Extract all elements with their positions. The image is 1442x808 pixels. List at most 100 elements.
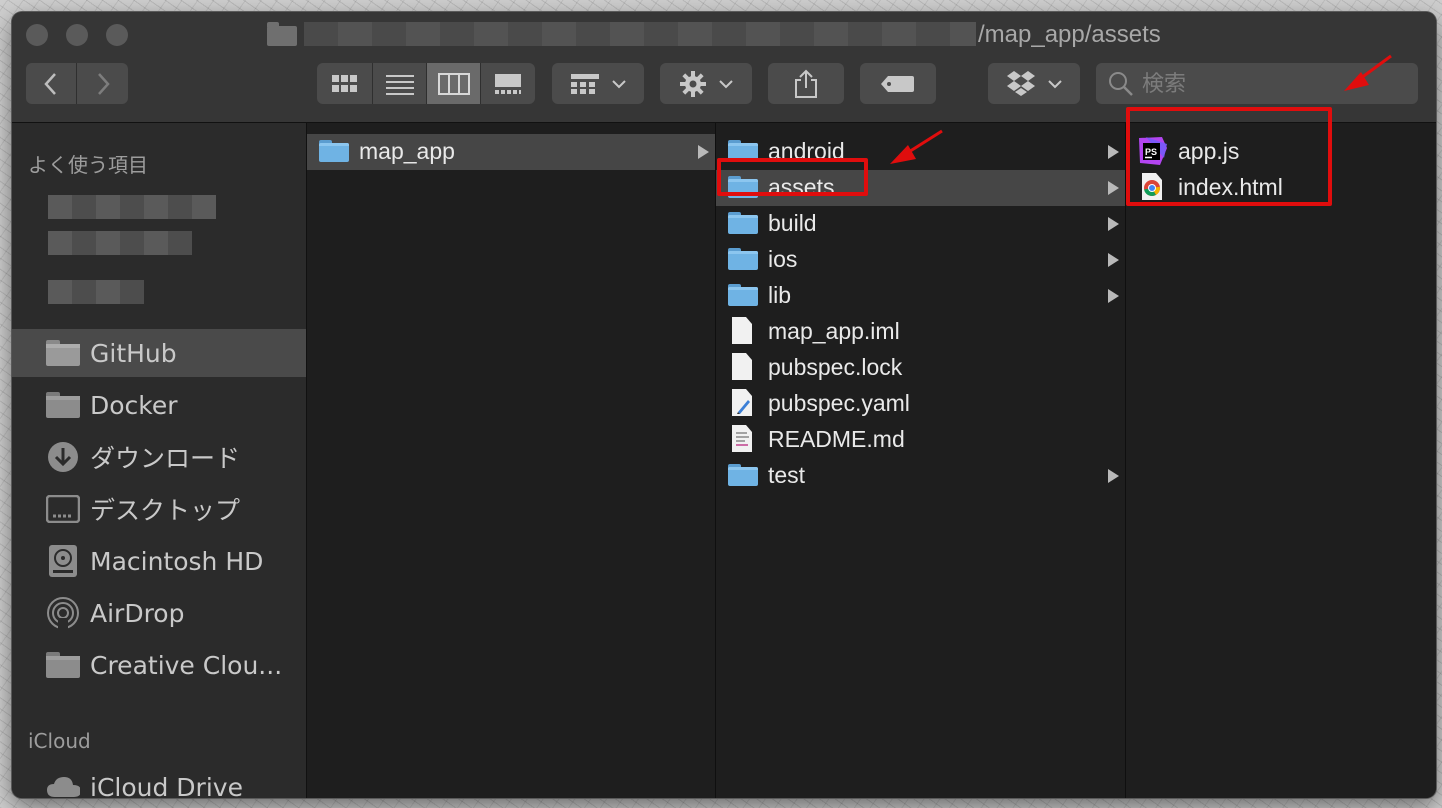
markdown-file-icon <box>728 425 758 452</box>
redacted-favorite-1[interactable] <box>48 195 216 219</box>
item-name: pubspec.yaml <box>768 390 910 416</box>
forward-button[interactable] <box>77 63 128 104</box>
sidebar-item-label: Macintosh HD <box>90 546 264 576</box>
back-button[interactable] <box>26 63 77 104</box>
document-icon <box>728 317 758 344</box>
search-icon <box>1109 72 1133 96</box>
sidebar-item-airdrop[interactable]: AirDrop <box>12 589 306 637</box>
tag-button[interactable] <box>860 63 936 104</box>
yaml-file-icon <box>728 389 758 416</box>
sidebar-item-label: デスクトップ <box>90 496 241 525</box>
chevron-left-icon <box>44 72 56 95</box>
item-name: build <box>768 210 817 236</box>
list-item-pubspec-lock[interactable]: pubspec.lock <box>716 350 1125 386</box>
sidebar-item-macintosh-hd[interactable]: Macintosh HD <box>12 537 306 585</box>
group-grid-icon <box>571 73 599 94</box>
list-item-readme-md[interactable]: README.md <box>716 422 1125 458</box>
item-name: ios <box>768 246 798 272</box>
folder-icon <box>728 464 758 488</box>
column-3: PS app.js index.html <box>1126 123 1436 798</box>
sidebar-item-creative-cloud[interactable]: Creative Clou... <box>12 641 306 689</box>
chevron-down-icon <box>1048 79 1062 88</box>
sidebar-item-label: AirDrop <box>90 598 185 628</box>
sidebar-item-label: ダウンロード <box>90 444 241 473</box>
folder-icon <box>728 248 758 272</box>
share-icon <box>795 69 817 98</box>
close-button[interactable] <box>26 24 48 46</box>
folder-icon <box>728 212 758 236</box>
minimize-button[interactable] <box>66 24 88 46</box>
folder-icon <box>728 284 758 308</box>
disclosure-arrow-icon <box>1108 253 1119 267</box>
group-by-button[interactable] <box>552 63 644 104</box>
sidebar-item-desktop[interactable]: デスクトップ <box>12 485 306 533</box>
sidebar-item-docker[interactable]: Docker <box>12 381 306 429</box>
item-name: map_app.iml <box>768 318 900 344</box>
disclosure-arrow-icon <box>1108 181 1119 195</box>
zoom-button[interactable] <box>106 24 128 46</box>
redacted-favorite-3[interactable] <box>48 280 144 304</box>
dropbox-icon <box>1007 70 1035 96</box>
item-name: lib <box>768 282 792 308</box>
disclosure-arrow-icon <box>1108 217 1119 231</box>
search-field[interactable] <box>1096 63 1418 106</box>
column-view-button[interactable] <box>427 63 481 104</box>
annotation-box-assets <box>717 158 868 196</box>
sidebar-item-label: Docker <box>90 390 178 420</box>
airdrop-icon <box>46 596 80 630</box>
item-name: test <box>768 462 806 488</box>
folder-icon <box>46 336 80 370</box>
list-item-map-app-iml[interactable]: map_app.iml <box>716 314 1125 350</box>
sidebar-item-label: GitHub <box>90 338 177 368</box>
gallery-view-button[interactable] <box>481 63 535 104</box>
title-folder-icon <box>267 22 297 46</box>
document-icon <box>728 353 758 380</box>
gear-icon <box>680 70 706 97</box>
action-menu-button[interactable] <box>660 63 752 104</box>
title-path-redacted <box>304 22 976 46</box>
disk-icon <box>46 544 80 578</box>
disclosure-arrow-icon <box>1108 145 1119 159</box>
disclosure-arrow-icon <box>1108 469 1119 483</box>
sidebar-item-github[interactable]: GitHub <box>12 329 306 377</box>
list-item-lib[interactable]: lib <box>716 278 1125 314</box>
column-2: android assets build ios lib map_app.iml <box>716 123 1126 798</box>
sidebar-item-label: Creative Clou... <box>90 650 283 680</box>
redacted-favorite-2[interactable] <box>48 231 192 255</box>
icloud-header: iCloud <box>28 729 91 753</box>
list-item-pubspec-yaml[interactable]: pubspec.yaml <box>716 386 1125 422</box>
folder-icon <box>46 388 80 422</box>
desktop-icon <box>46 492 80 526</box>
list-item-build[interactable]: build <box>716 206 1125 242</box>
nav-buttons <box>26 63 128 104</box>
gallery-view-icon <box>495 73 521 94</box>
view-mode-control <box>317 63 535 104</box>
chevron-right-icon <box>97 72 110 95</box>
item-name: pubspec.lock <box>768 354 903 380</box>
dropbox-button[interactable] <box>988 63 1080 104</box>
cloud-icon <box>46 770 80 798</box>
sidebar-item-downloads[interactable]: ダウンロード <box>12 433 306 481</box>
list-item-ios[interactable]: ios <box>716 242 1125 278</box>
disclosure-arrow-icon <box>1108 289 1119 303</box>
sidebar-item-label: iCloud Drive <box>90 772 243 799</box>
grid-view-icon <box>331 74 357 92</box>
window-title: /map_app/assets <box>978 21 1161 48</box>
folder-icon <box>319 140 349 164</box>
search-input[interactable] <box>1140 63 1414 106</box>
download-icon <box>46 440 80 474</box>
icon-view-button[interactable] <box>317 63 373 104</box>
annotation-box-files <box>1126 107 1332 206</box>
sidebar-item-icloud-drive[interactable]: iCloud Drive <box>12 763 306 798</box>
share-button[interactable] <box>768 63 844 104</box>
column-view-icon <box>437 72 470 95</box>
favorites-header: よく使う項目 <box>28 153 148 177</box>
chevron-down-icon <box>612 79 626 88</box>
list-view-icon <box>385 74 414 95</box>
list-item-map-app[interactable]: map_app <box>307 134 715 170</box>
list-view-button[interactable] <box>373 63 427 104</box>
list-item-test[interactable]: test <box>716 458 1125 494</box>
column-1: map_app <box>307 123 716 798</box>
tag-icon <box>881 75 914 92</box>
item-name: map_app <box>359 138 455 164</box>
